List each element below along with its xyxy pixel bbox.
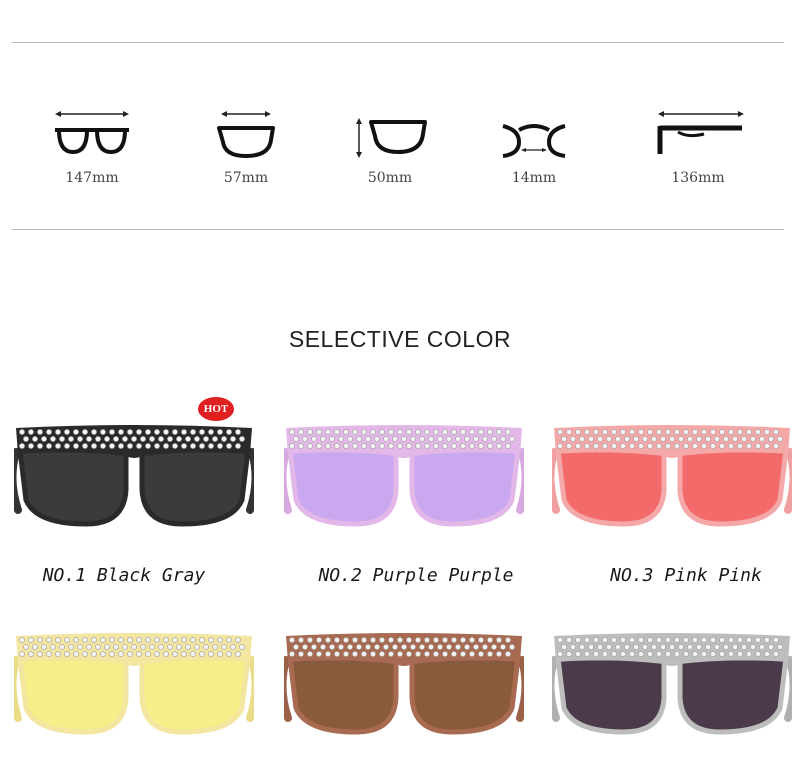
measure-frame-width: 147mm [22,108,162,186]
temple-length-icon [657,111,744,154]
sunglasses-icon [552,633,792,735]
sunglasses-icon [552,425,792,527]
product-label-1: NO.1 Black Gray [42,565,206,586]
hot-badge: HOT [198,397,234,421]
sunglasses-icon [284,633,524,735]
product-image-2[interactable] [284,420,524,550]
measure-temple-length: 136mm [628,108,768,186]
product-label-2: NO.2 Purple Purple [318,565,514,586]
product-label-3: NO.3 Pink Pink [610,565,762,586]
measure-lens-width: 57mm [176,108,316,186]
product-image-5[interactable] [284,628,524,758]
product-image-3[interactable] [552,420,792,550]
product-image-4[interactable] [14,628,254,758]
lens-height-value: 50mm [367,170,413,186]
sunglasses-icon [284,425,524,527]
lens-width-value: 57mm [223,170,269,186]
product-image-6[interactable] [552,628,792,758]
section-title: SELECTIVE COLOR [288,326,512,352]
lens-width-icon [217,111,275,158]
frame-width-value: 147mm [65,170,119,186]
measure-bridge-width: 14mm [464,108,604,186]
sunglasses-icon [14,425,254,527]
sunglasses-icon [14,633,254,735]
frame-width-icon [55,111,129,155]
temple-length-value: 136mm [671,170,725,186]
top-divider [12,42,784,43]
bridge-width-icon [502,124,566,158]
lens-height-icon [356,118,427,158]
measure-lens-height: 50mm [320,108,460,186]
bottom-divider [12,229,784,230]
bridge-width-value: 14mm [511,170,557,186]
product-image-1[interactable] [14,420,254,550]
